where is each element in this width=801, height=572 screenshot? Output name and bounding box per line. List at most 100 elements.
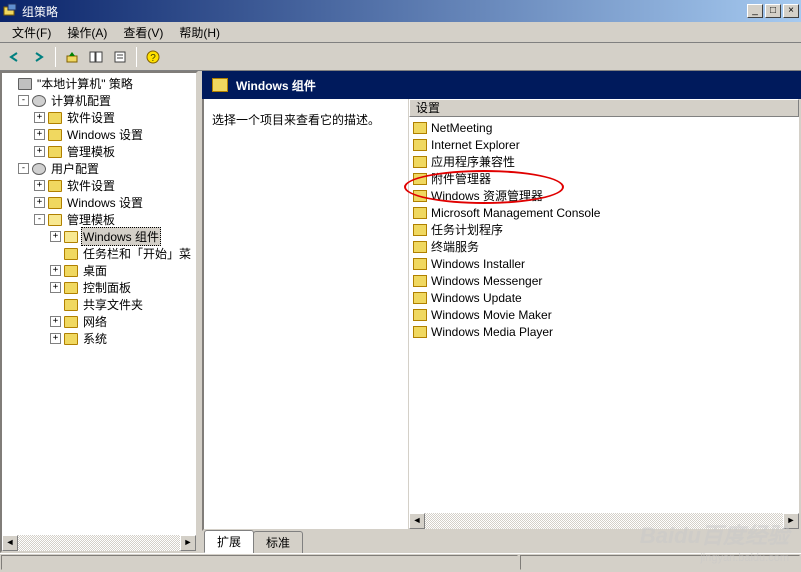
folder-open-icon xyxy=(64,231,78,243)
tree-pane: "本地计算机" 策略 - 计算机配置 + 软件设置 + Windows 设置 + 管理模… xyxy=(0,71,198,553)
expander[interactable]: + xyxy=(34,180,45,191)
list-item-label: NetMeeting xyxy=(431,121,492,135)
up-button[interactable] xyxy=(61,46,83,68)
menu-help[interactable]: 帮助(H) xyxy=(171,22,228,43)
status-bar xyxy=(0,553,801,571)
tree-user-admin[interactable]: 管理模板 xyxy=(65,211,117,228)
tree-windows-components[interactable]: Windows 组件 xyxy=(81,227,161,246)
list-item[interactable]: Microsoft Management Console xyxy=(409,204,799,221)
folder-icon xyxy=(413,139,427,151)
app-icon xyxy=(2,3,18,19)
folder-icon xyxy=(413,190,427,202)
tree-user-windows[interactable]: Windows 设置 xyxy=(65,194,145,211)
expander[interactable]: + xyxy=(34,129,45,140)
expander[interactable]: + xyxy=(50,316,61,327)
menu-file[interactable]: 文件(F) xyxy=(4,22,59,43)
expander[interactable]: + xyxy=(50,282,61,293)
folder-icon xyxy=(64,316,78,328)
forward-button[interactable] xyxy=(28,46,50,68)
expander[interactable]: + xyxy=(50,333,61,344)
list-item[interactable]: Windows Installer xyxy=(409,255,799,272)
scroll-left-button[interactable]: ◄ xyxy=(409,513,425,529)
tree-taskbar[interactable]: 任务栏和「开始」菜 xyxy=(81,245,193,262)
menu-action[interactable]: 操作(A) xyxy=(59,22,115,43)
scroll-left-button[interactable]: ◄ xyxy=(2,535,18,551)
svg-text:?: ? xyxy=(150,53,156,64)
folder-icon xyxy=(64,282,78,294)
content-title: Windows 组件 xyxy=(236,77,316,94)
folder-icon xyxy=(48,112,62,124)
list-item[interactable]: 任务计划程序 xyxy=(409,221,799,238)
scroll-track[interactable] xyxy=(425,513,783,529)
folder-icon xyxy=(48,146,62,158)
folder-icon xyxy=(64,248,78,260)
tree-user-config[interactable]: 用户配置 xyxy=(49,160,101,177)
column-header-setting[interactable]: 设置 xyxy=(409,99,799,117)
folder-icon xyxy=(64,333,78,345)
help-button[interactable]: ? xyxy=(142,46,164,68)
status-cell xyxy=(1,555,518,570)
menu-bar: 文件(F) 操作(A) 查看(V) 帮助(H) xyxy=(0,22,801,43)
list-item-label: Windows Installer xyxy=(431,257,525,271)
tree-shared-folders[interactable]: 共享文件夹 xyxy=(81,296,145,313)
tree-root[interactable]: "本地计算机" 策略 xyxy=(35,75,135,92)
tree-network[interactable]: 网络 xyxy=(81,313,109,330)
content-header: Windows 组件 xyxy=(202,71,801,99)
tree-comp-windows[interactable]: Windows 设置 xyxy=(65,126,145,143)
list-item-label: 任务计划程序 xyxy=(431,221,503,238)
folder-icon xyxy=(413,173,427,185)
show-hide-button[interactable] xyxy=(85,46,107,68)
back-button[interactable] xyxy=(4,46,26,68)
close-button[interactable]: × xyxy=(783,4,799,18)
list-item-label: Windows Media Player xyxy=(431,325,553,339)
folder-icon xyxy=(64,265,78,277)
tree-system[interactable]: 系统 xyxy=(81,330,109,347)
folder-icon xyxy=(413,326,427,338)
tree-control-panel[interactable]: 控制面板 xyxy=(81,279,133,296)
list-item[interactable]: Windows Media Player xyxy=(409,323,799,340)
expander[interactable]: + xyxy=(34,146,45,157)
expander[interactable]: + xyxy=(50,231,61,242)
status-cell xyxy=(520,555,800,570)
properties-button[interactable] xyxy=(109,46,131,68)
list-item[interactable]: 终端服务 xyxy=(409,238,799,255)
list-item-label: 应用程序兼容性 xyxy=(431,153,515,170)
menu-view[interactable]: 查看(V) xyxy=(115,22,171,43)
expander[interactable]: - xyxy=(18,163,29,174)
list-item-label: Windows Movie Maker xyxy=(431,308,552,322)
list-item[interactable]: 附件管理器 xyxy=(409,170,799,187)
tree-user-software[interactable]: 软件设置 xyxy=(65,177,117,194)
list-item[interactable]: Windows Messenger xyxy=(409,272,799,289)
list-item-label: Windows Update xyxy=(431,291,522,305)
expander[interactable]: - xyxy=(34,214,45,225)
list-item[interactable]: Windows Update xyxy=(409,289,799,306)
tree-comp-admin[interactable]: 管理模板 xyxy=(65,143,117,160)
expander[interactable]: - xyxy=(18,95,29,106)
tree-desktop[interactable]: 桌面 xyxy=(81,262,109,279)
tab-standard[interactable]: 标准 xyxy=(253,531,303,553)
maximize-button[interactable]: □ xyxy=(765,4,781,18)
tree-computer-config[interactable]: 计算机配置 xyxy=(49,92,113,109)
minimize-button[interactable]: _ xyxy=(747,4,763,18)
list-item-label: Microsoft Management Console xyxy=(431,206,600,220)
folder-icon xyxy=(413,292,427,304)
scroll-track[interactable] xyxy=(18,535,180,551)
tree-comp-software[interactable]: 软件设置 xyxy=(65,109,117,126)
policy-root-icon xyxy=(18,78,32,90)
list-item[interactable]: Internet Explorer xyxy=(409,136,799,153)
scroll-right-button[interactable]: ► xyxy=(783,513,799,529)
list-item[interactable]: 应用程序兼容性 xyxy=(409,153,799,170)
description-pane: 选择一个项目来查看它的描述。 xyxy=(204,99,409,529)
list-item[interactable]: Windows Movie Maker xyxy=(409,306,799,323)
list-item-label: Windows Messenger xyxy=(431,274,542,288)
expander[interactable]: + xyxy=(50,265,61,276)
toolbar: ? xyxy=(0,43,801,71)
expander[interactable]: + xyxy=(34,197,45,208)
expander[interactable]: + xyxy=(34,112,45,123)
scroll-right-button[interactable]: ► xyxy=(180,535,196,551)
list-item[interactable]: NetMeeting xyxy=(409,119,799,136)
list-item[interactable]: Windows 资源管理器 xyxy=(409,187,799,204)
toolbar-separator xyxy=(55,47,56,67)
tab-extended[interactable]: 扩展 xyxy=(204,530,254,553)
folder-icon xyxy=(413,207,427,219)
